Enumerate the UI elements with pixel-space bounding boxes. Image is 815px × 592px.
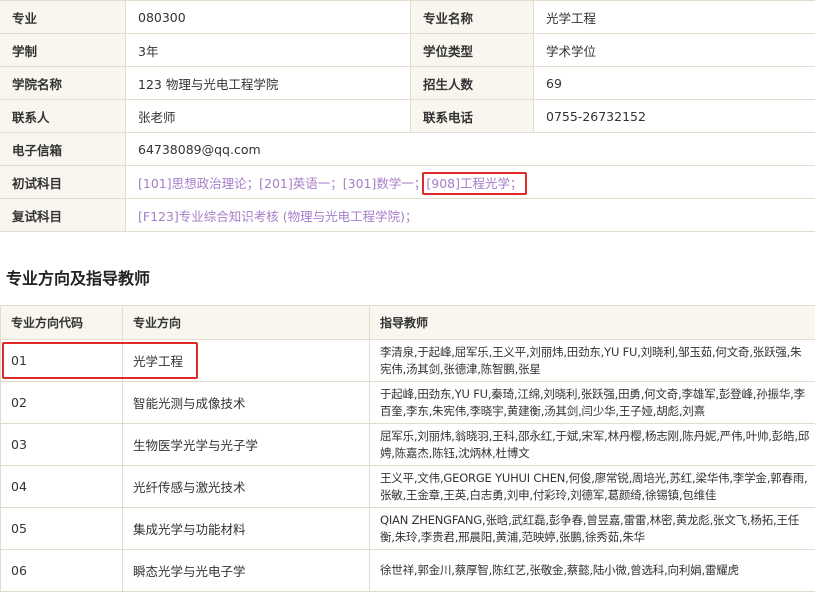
col-header-code: 专业方向代码 bbox=[1, 306, 123, 340]
exam-subjects-value: [101]思想政治理论；[201]英语一；[301]数学一；[908]工程光学； bbox=[126, 166, 815, 199]
contact-label: 联系人 bbox=[0, 100, 126, 133]
phone-value: 0755-26732152 bbox=[534, 100, 815, 133]
direction-code: 04 bbox=[1, 466, 123, 508]
contact-value: 张老师 bbox=[126, 100, 411, 133]
col-header-direction: 专业方向 bbox=[123, 306, 370, 340]
info-row: 学院名称 123 物理与光电工程学院 招生人数 69 bbox=[0, 67, 815, 100]
direction-name: 集成光学与功能材料 bbox=[123, 508, 370, 550]
college-label: 学院名称 bbox=[0, 67, 126, 100]
major-code-value: 080300 bbox=[126, 1, 411, 34]
direction-teachers: 屈军乐,刘丽炜,翁晓羽,王科,邵永红,于斌,宋军,林丹樱,杨志刚,陈丹妮,严伟,… bbox=[370, 424, 815, 466]
major-code-label: 专业 bbox=[0, 1, 126, 34]
table-header-row: 专业方向代码 专业方向 指导教师 bbox=[1, 306, 815, 340]
direction-code: 06 bbox=[1, 550, 123, 592]
direction-teachers: QIAN ZHENGFANG,张晗,武红磊,彭争春,曾昱嘉,雷雷,林密,黄龙彪,… bbox=[370, 508, 815, 550]
retest-subject-link[interactable]: [F123]专业综合知识考核 (物理与光电工程学院)； bbox=[138, 209, 418, 224]
direction-teachers: 李清泉,于起峰,屈军乐,王义平,刘丽炜,田劲东,YU FU,刘晓利,邹玉茹,何文… bbox=[370, 340, 815, 382]
info-row: 联系人 张老师 联系电话 0755-26732152 bbox=[0, 100, 815, 133]
direction-teachers: 徐世祥,郭金川,蔡厚智,陈红艺,张敬金,蔡懿,陆小微,曾选科,向利娟,雷耀虎 bbox=[370, 550, 815, 592]
direction-name: 智能光测与成像技术 bbox=[123, 382, 370, 424]
degree-type-value: 学术学位 bbox=[534, 34, 815, 67]
direction-name: 光学工程 bbox=[123, 340, 370, 382]
college-value: 123 物理与光电工程学院 bbox=[126, 67, 411, 100]
enrollment-label: 招生人数 bbox=[411, 67, 534, 100]
direction-teachers: 王义平,文伟,GEORGE YUHUI CHEN,何俊,廖常锐,周培光,苏红,梁… bbox=[370, 466, 815, 508]
major-name-label: 专业名称 bbox=[411, 1, 534, 34]
exam-subjects-label: 初试科目 bbox=[0, 166, 126, 199]
major-name-value: 光学工程 bbox=[534, 1, 815, 34]
section-title: 专业方向及指导教师 bbox=[6, 265, 150, 289]
col-header-teachers: 指导教师 bbox=[370, 306, 815, 340]
exam-subject-link[interactable]: [201]英语一； bbox=[259, 176, 343, 191]
direction-code: 01 bbox=[1, 340, 123, 382]
email-value: 64738089@qq.com bbox=[126, 133, 815, 166]
table-row: 05 集成光学与功能材料 QIAN ZHENGFANG,张晗,武红磊,彭争春,曾… bbox=[1, 508, 815, 550]
table-row: 03 生物医学光学与光子学 屈军乐,刘丽炜,翁晓羽,王科,邵永红,于斌,宋军,林… bbox=[1, 424, 815, 466]
retest-subject-value: [F123]专业综合知识考核 (物理与光电工程学院)； bbox=[126, 199, 815, 232]
major-info-table: 专业 080300 专业名称 光学工程 学制 3年 学位类型 学术学位 学院名称… bbox=[0, 0, 815, 232]
direction-name: 瞬态光学与光电子学 bbox=[123, 550, 370, 592]
exam-subject-link[interactable]: [301]数学一； bbox=[343, 176, 427, 191]
exam-subject-link-highlighted[interactable]: [908]工程光学； bbox=[426, 176, 522, 191]
info-row: 初试科目 [101]思想政治理论；[201]英语一；[301]数学一；[908]… bbox=[0, 166, 815, 199]
directions-table: 专业方向代码 专业方向 指导教师 01 光学工程 李清泉,于起峰,屈军乐,王义平… bbox=[0, 305, 815, 592]
direction-code: 02 bbox=[1, 382, 123, 424]
direction-name: 光纤传感与激光技术 bbox=[123, 466, 370, 508]
phone-label: 联系电话 bbox=[411, 100, 534, 133]
table-row: 04 光纤传感与激光技术 王义平,文伟,GEORGE YUHUI CHEN,何俊… bbox=[1, 466, 815, 508]
table-row: 01 光学工程 李清泉,于起峰,屈军乐,王义平,刘丽炜,田劲东,YU FU,刘晓… bbox=[1, 340, 815, 382]
exam-subject-link[interactable]: [101]思想政治理论； bbox=[138, 176, 259, 191]
direction-teachers: 于起峰,田劲东,YU FU,秦琦,江绵,刘晓利,张跃强,田勇,何文奇,李雄军,彭… bbox=[370, 382, 815, 424]
retest-subject-label: 复试科目 bbox=[0, 199, 126, 232]
info-row: 专业 080300 专业名称 光学工程 bbox=[0, 1, 815, 34]
table-row: 06 瞬态光学与光电子学 徐世祥,郭金川,蔡厚智,陈红艺,张敬金,蔡懿,陆小微,… bbox=[1, 550, 815, 592]
degree-type-label: 学位类型 bbox=[411, 34, 534, 67]
direction-code: 03 bbox=[1, 424, 123, 466]
duration-label: 学制 bbox=[0, 34, 126, 67]
email-label: 电子信箱 bbox=[0, 133, 126, 166]
enrollment-value: 69 bbox=[534, 67, 815, 100]
direction-name: 生物医学光学与光子学 bbox=[123, 424, 370, 466]
direction-code: 05 bbox=[1, 508, 123, 550]
duration-value: 3年 bbox=[126, 34, 411, 67]
info-row: 复试科目 [F123]专业综合知识考核 (物理与光电工程学院)； bbox=[0, 199, 815, 232]
table-row: 02 智能光测与成像技术 于起峰,田劲东,YU FU,秦琦,江绵,刘晓利,张跃强… bbox=[1, 382, 815, 424]
info-row: 电子信箱 64738089@qq.com bbox=[0, 133, 815, 166]
info-row: 学制 3年 学位类型 学术学位 bbox=[0, 34, 815, 67]
